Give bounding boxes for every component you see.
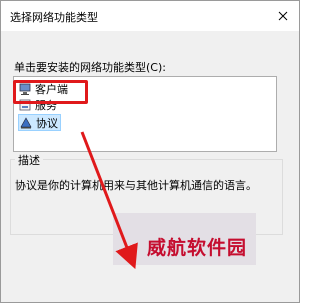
annotation-arrow — [80, 131, 138, 270]
